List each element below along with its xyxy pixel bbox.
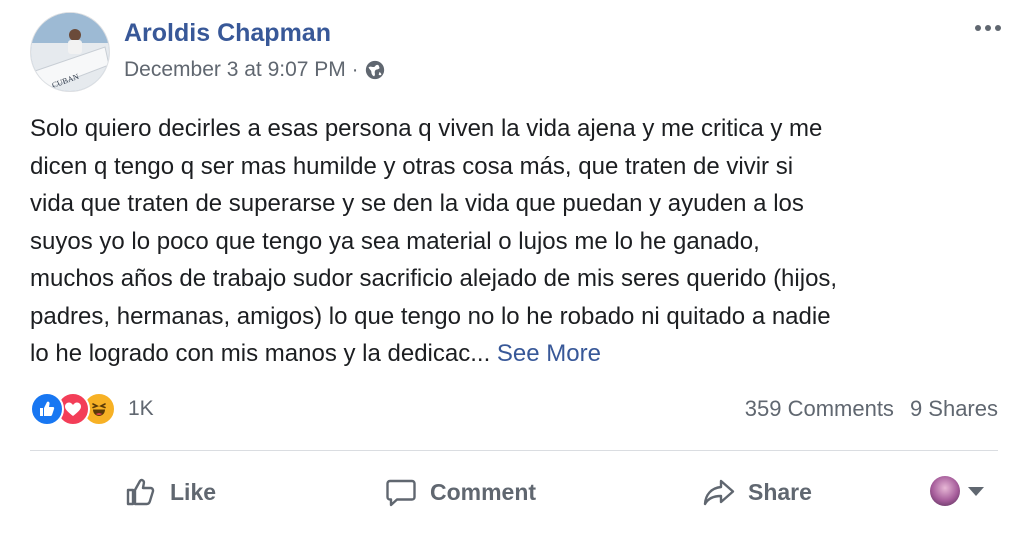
globe-icon[interactable] — [364, 59, 386, 81]
share-button-label: Share — [748, 478, 812, 505]
share-button[interactable]: Share — [702, 475, 812, 509]
avatar-photo: CUBAN — [31, 13, 109, 91]
comment-button[interactable]: Comment — [384, 475, 536, 509]
post-text: Solo quiero decirles a esas persona q vi… — [30, 110, 990, 373]
like-button-label: Like — [170, 478, 217, 505]
react-as-selector[interactable] — [930, 476, 984, 506]
post-action-bar: Like Comment Share — [30, 462, 998, 522]
more-options-button[interactable] — [970, 16, 1006, 40]
post-timestamp[interactable]: December 3 at 9:07 PM — [124, 58, 346, 82]
post-meta: December 3 at 9:07 PM · — [124, 58, 386, 82]
author-name[interactable]: Aroldis Chapman — [124, 19, 331, 48]
see-more-link[interactable]: See More — [497, 340, 601, 367]
comment-bubble-icon — [386, 479, 416, 507]
post-text-line: lo he logrado con mis manos y la dedicac… — [30, 340, 491, 367]
comment-button-label: Comment — [430, 478, 537, 505]
post-text-line: vida que traten de superarse y se den la… — [30, 190, 804, 217]
more-horizontal-icon — [995, 25, 1001, 31]
chevron-down-icon — [968, 486, 984, 496]
post-text-line: Solo quiero decirles a esas persona q vi… — [30, 115, 823, 142]
author-avatar[interactable]: CUBAN — [30, 12, 110, 92]
more-horizontal-icon — [975, 25, 981, 31]
post-text-line: suyos yo lo poco que tengo ya sea materi… — [30, 227, 760, 255]
like-button[interactable]: Like — [124, 475, 216, 509]
more-horizontal-icon — [985, 25, 991, 31]
thumbs-up-icon — [126, 478, 155, 506]
post-text-line: padres, hermanas, amigos) lo que tengo n… — [30, 302, 831, 330]
reaction-count[interactable]: 1K — [128, 397, 154, 421]
post-text-line: muchos años de trabajo sudor sacrificio … — [30, 265, 838, 292]
post-text-line: dicen q tengo q ser mas humilde y otras … — [30, 152, 794, 180]
comments-count-link[interactable]: 359 Comments — [745, 396, 894, 422]
actions-divider — [30, 450, 998, 451]
like-reaction-icon — [30, 392, 64, 426]
meta-separator: · — [351, 58, 359, 81]
reactions-summary[interactable]: 1K — [30, 392, 154, 426]
post-text-last-line: lo he logrado con mis manos y la dedicac… — [30, 335, 990, 373]
shares-count-link[interactable]: 9 Shares — [910, 396, 998, 422]
engagement-stats: 359 Comments 9 Shares — [745, 396, 998, 422]
current-user-avatar — [930, 476, 960, 506]
share-arrow-icon — [703, 479, 735, 506]
